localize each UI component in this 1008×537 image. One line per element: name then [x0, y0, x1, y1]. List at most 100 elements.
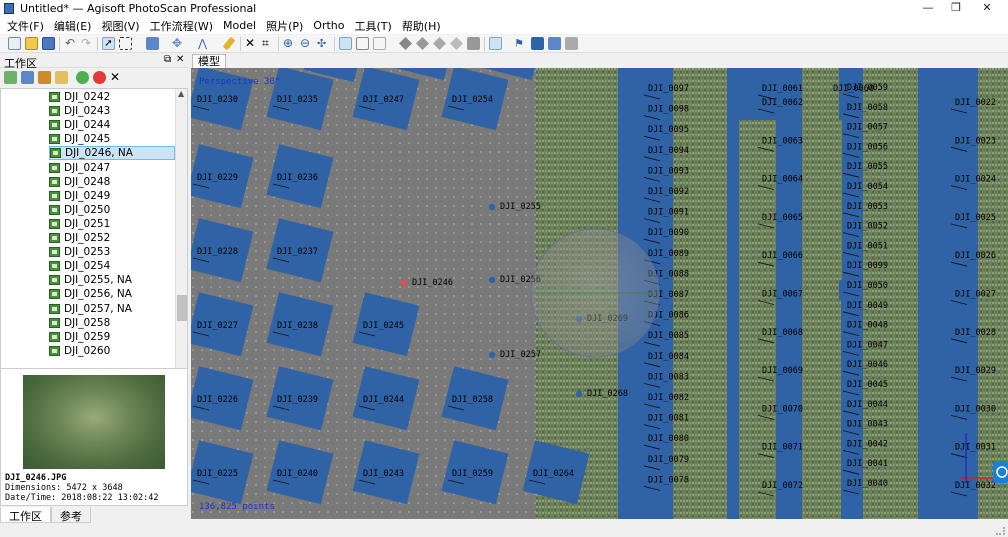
- camera-label[interactable]: DJI_0226: [197, 395, 238, 405]
- camera-label[interactable]: DJI_0254: [452, 95, 493, 105]
- camera-label[interactable]: DJI_0081: [648, 414, 689, 424]
- camera-label[interactable]: DJI_0058: [847, 103, 888, 113]
- camera-label[interactable]: DJI_0229: [197, 173, 238, 183]
- terrain-gap[interactable]: [893, 78, 918, 519]
- camera-label[interactable]: DJI_0237: [277, 247, 318, 257]
- menu-workflow[interactable]: 工作流程(W): [145, 18, 218, 34]
- camera-label[interactable]: DJI_0052: [847, 222, 888, 232]
- camera-label[interactable]: DJI_0246: [412, 278, 453, 288]
- camera-label[interactable]: DJI_0023: [955, 136, 996, 146]
- new-document-icon[interactable]: [8, 37, 21, 50]
- camera-marker[interactable]: [488, 351, 496, 359]
- camera-label[interactable]: DJI_0055: [847, 162, 888, 172]
- camera-label[interactable]: DJI_0099: [847, 261, 888, 271]
- camera-tree-item[interactable]: DJI_0254: [49, 259, 110, 273]
- camera-label[interactable]: DJI_0238: [277, 321, 318, 331]
- redo-icon[interactable]: ↷: [81, 37, 94, 50]
- camera-label[interactable]: DJI_0044: [847, 400, 888, 410]
- camera-label[interactable]: DJI_0025: [955, 213, 996, 223]
- camera-label[interactable]: DJI_0072: [762, 481, 803, 491]
- camera-label[interactable]: DJI_0046: [847, 360, 888, 370]
- navigation-cursor-icon[interactable]: ➚: [102, 37, 115, 50]
- camera-tree-item[interactable]: DJI_0243: [49, 104, 110, 118]
- camera-label[interactable]: DJI_0057: [847, 123, 888, 133]
- reset-view-icon[interactable]: ✣: [317, 37, 330, 50]
- camera-label[interactable]: DJI_0067: [762, 290, 803, 300]
- camera-label[interactable]: DJI_0083: [648, 372, 689, 382]
- delete-selection-icon[interactable]: ✕: [245, 37, 258, 50]
- camera-label[interactable]: DJI_0026: [955, 251, 996, 261]
- camera-label[interactable]: DJI_0029: [955, 366, 996, 376]
- camera-label[interactable]: DJI_0236: [277, 173, 318, 183]
- camera-label[interactable]: DJI_0043: [847, 420, 888, 430]
- model-viewport[interactable]: DJI_0230 DJI_0229 DJI_0228 DJI_0227 DJI_0226…: [191, 68, 1008, 519]
- ruler-icon[interactable]: ⋀: [198, 37, 211, 50]
- camera-tree-item[interactable]: DJI_0250: [49, 203, 110, 217]
- tab-workspace[interactable]: 工作区: [0, 507, 51, 523]
- undock-icon[interactable]: ⧉: [164, 54, 171, 65]
- tiled-model-icon[interactable]: [450, 37, 463, 50]
- tab-reference[interactable]: 参考: [51, 507, 91, 523]
- add-marker-icon[interactable]: [55, 71, 68, 84]
- camera-label[interactable]: DJI_0042: [847, 439, 888, 449]
- resize-grip-icon[interactable]: [996, 527, 1005, 535]
- move-region-icon[interactable]: ✥: [172, 37, 185, 50]
- camera-label[interactable]: DJI_0065: [762, 213, 803, 223]
- tab-model[interactable]: 模型: [192, 54, 226, 68]
- camera-label[interactable]: DJI_0093: [648, 166, 689, 176]
- camera-label[interactable]: DJI_0094: [648, 146, 689, 156]
- camera-label[interactable]: DJI_0257: [500, 350, 541, 360]
- menu-file[interactable]: 文件(F): [2, 18, 49, 34]
- camera-label[interactable]: DJI_0095: [648, 125, 689, 135]
- show-region-icon[interactable]: [531, 37, 544, 50]
- save-icon[interactable]: [42, 37, 55, 50]
- camera-label[interactable]: DJI_0041: [847, 459, 888, 469]
- camera-label[interactable]: DJI_0268: [587, 389, 628, 399]
- rectangle-select-icon[interactable]: [119, 37, 132, 50]
- show-markers-icon[interactable]: ⚑: [514, 37, 527, 50]
- dem-icon[interactable]: [467, 37, 480, 50]
- camera-label[interactable]: DJI_0247: [363, 95, 404, 105]
- camera-label[interactable]: DJI_0244: [363, 395, 404, 405]
- camera-label[interactable]: DJI_0080: [648, 434, 689, 444]
- camera-label[interactable]: DJI_0227: [197, 321, 238, 331]
- open-folder-icon[interactable]: [25, 37, 38, 50]
- close-button[interactable]: ✕: [980, 1, 994, 15]
- camera-label[interactable]: DJI_0032: [955, 481, 996, 491]
- camera-tree-item[interactable]: DJI_0248: [49, 175, 110, 189]
- camera-label[interactable]: DJI_0054: [847, 182, 888, 192]
- crop-icon[interactable]: ⌗: [262, 37, 275, 50]
- wireframe-icon[interactable]: [416, 37, 429, 50]
- camera-label[interactable]: DJI_0235: [277, 95, 318, 105]
- menu-edit[interactable]: 编辑(E): [49, 18, 97, 34]
- camera-label[interactable]: DJI_0030: [955, 404, 996, 414]
- remove-item-icon[interactable]: ✕: [110, 71, 123, 84]
- camera-label[interactable]: DJI_0082: [648, 393, 689, 403]
- camera-label[interactable]: DJI_0047: [847, 340, 888, 350]
- camera-tree-item[interactable]: DJI_0244: [49, 118, 110, 132]
- camera-label[interactable]: DJI_0070: [762, 404, 803, 414]
- menu-photo[interactable]: 照片(P): [261, 18, 308, 34]
- camera-label[interactable]: DJI_0022: [955, 98, 996, 108]
- camera-label[interactable]: DJI_0258: [452, 395, 493, 405]
- panel-close-icon[interactable]: ✕: [176, 54, 184, 65]
- camera-tree-item[interactable]: DJI_0246, NA: [49, 146, 175, 161]
- camera-label[interactable]: DJI_0091: [648, 208, 689, 218]
- zoom-in-icon[interactable]: ⊕: [283, 37, 296, 50]
- camera-tree-item[interactable]: DJI_0259: [49, 330, 110, 344]
- solid-model-icon[interactable]: [399, 37, 412, 50]
- shaded-icon[interactable]: [373, 37, 386, 50]
- camera-marker[interactable]: [488, 276, 496, 284]
- enable-icon[interactable]: [76, 71, 89, 84]
- camera-label[interactable]: DJI_0050: [847, 281, 888, 291]
- photo-thumbnail[interactable]: [23, 375, 165, 469]
- camera-label[interactable]: DJI_0090: [648, 228, 689, 238]
- dense-cloud-icon[interactable]: [356, 37, 369, 50]
- terrain-gap[interactable]: [803, 300, 841, 519]
- menu-view[interactable]: 视图(V): [96, 18, 144, 34]
- camera-label[interactable]: DJI_0085: [648, 331, 689, 341]
- camera-label[interactable]: DJI_0027: [955, 290, 996, 300]
- maximize-button[interactable]: ❐: [949, 1, 963, 15]
- camera-tree-item[interactable]: DJI_0245: [49, 132, 110, 146]
- camera-label[interactable]: DJI_0097: [648, 84, 689, 94]
